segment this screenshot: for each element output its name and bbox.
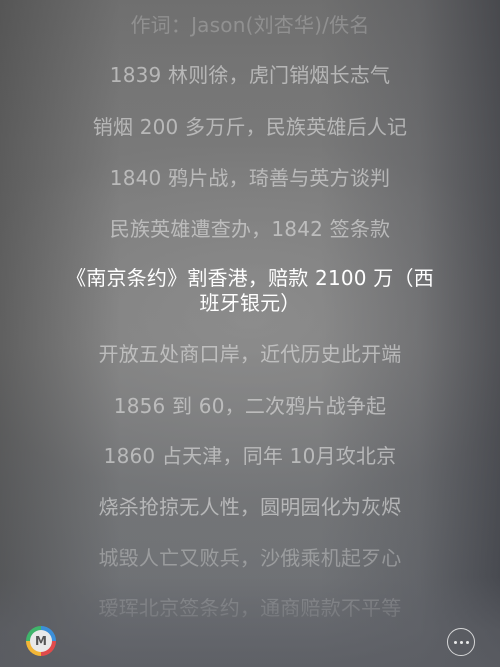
- lyric-line-credits: 作词：Jason(刘杏华)/佚名: [130, 13, 370, 37]
- more-horizontal-icon: [453, 640, 469, 644]
- lyric-line: 城毁人亡又败兵，沙俄乘机起歹心: [98, 546, 402, 570]
- lyric-line: 开放五处商口岸，近代历史此开端: [98, 342, 402, 366]
- lyric-line: 1839 林则徐，虎门销烟长志气: [109, 63, 391, 87]
- app-logo-letter: M: [30, 630, 52, 652]
- more-options-button[interactable]: [447, 628, 475, 656]
- app-logo-icon[interactable]: M: [26, 626, 56, 656]
- lyric-line: 瑷珲北京签条约，通商赔款不平等: [98, 596, 402, 620]
- lyric-line: 销烟 200 多万斤，民族英雄后人记: [92, 115, 408, 139]
- lyrics-view[interactable]: 作词：Jason(刘杏华)/佚名 1839 林则徐，虎门销烟长志气 销烟 200…: [0, 0, 500, 667]
- lyric-line: 1840 鸦片战，琦善与英方谈判: [109, 166, 391, 190]
- lyric-line: 烧杀抢掠无人性，圆明园化为灰烬: [98, 495, 402, 519]
- lyric-line-active: 《南京条约》割香港，赔款 2100 万（西班牙银元）: [66, 266, 434, 315]
- lyric-line: 1856 到 60，二次鸦片战争起: [113, 394, 387, 418]
- lyric-line: 民族英雄遭查办，1842 签条款: [109, 217, 391, 241]
- lyric-line: 1860 占天津，同年 10月攻北京: [103, 444, 397, 468]
